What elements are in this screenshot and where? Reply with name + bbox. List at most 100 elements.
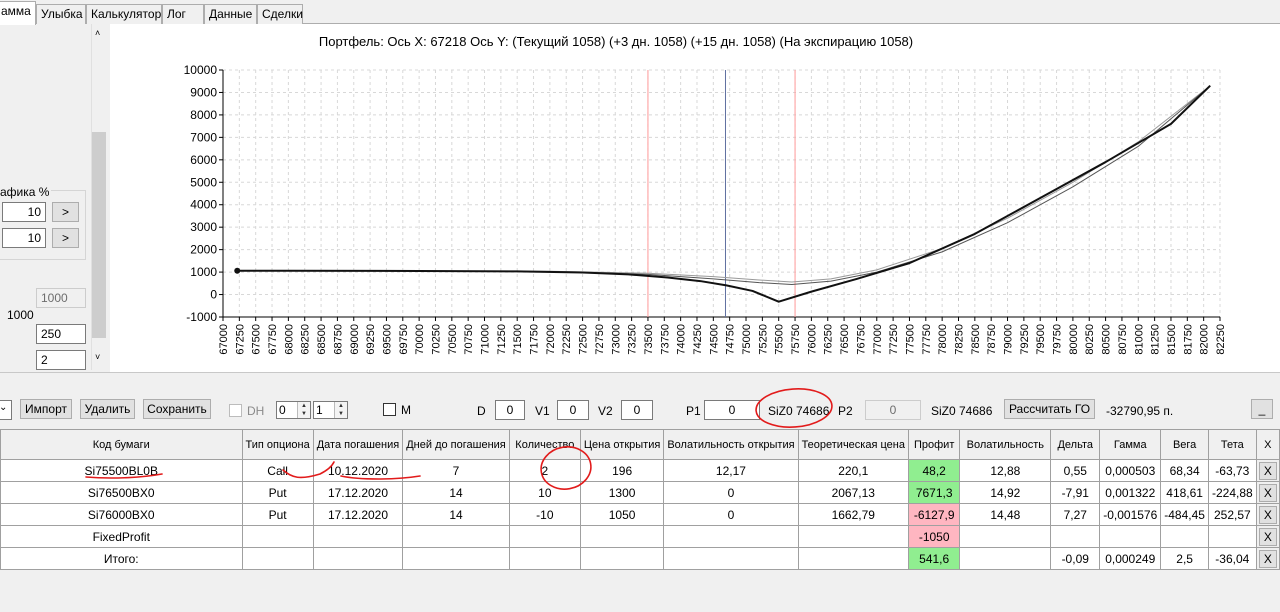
scale-field-1[interactable]: 10 xyxy=(2,202,46,222)
column-header[interactable]: Волатильность xyxy=(959,429,1052,460)
table-cell[interactable]: 48,2 xyxy=(907,459,961,482)
table-cell[interactable] xyxy=(959,525,1052,548)
v2-field[interactable]: 0 xyxy=(621,400,653,420)
table-cell[interactable]: 1050 xyxy=(579,503,665,526)
scale-step-button-2[interactable]: > xyxy=(52,228,79,248)
table-cell[interactable]: Si76500BX0 xyxy=(0,481,243,504)
table-cell[interactable]: -10 xyxy=(508,503,581,526)
dh-checkbox[interactable] xyxy=(229,404,242,417)
filter-dropdown[interactable]: ⌄ xyxy=(0,400,12,420)
splitter[interactable] xyxy=(0,372,1280,384)
table-cell[interactable]: 12,88 xyxy=(959,459,1052,482)
table-cell[interactable] xyxy=(1160,525,1209,548)
table-cell[interactable]: 1300 xyxy=(579,481,665,504)
column-header[interactable]: Профит xyxy=(907,429,961,460)
remove-row-button[interactable]: X xyxy=(1255,547,1280,570)
column-header[interactable]: Тета xyxy=(1207,429,1257,460)
table-cell[interactable] xyxy=(508,547,581,570)
column-header[interactable]: Гамма xyxy=(1099,429,1162,460)
close-icon[interactable]: X xyxy=(1258,527,1277,546)
table-cell[interactable]: 17.12.2020 xyxy=(312,481,404,504)
column-header[interactable]: Тип опциона xyxy=(241,429,314,460)
remove-row-button[interactable]: X xyxy=(1255,503,1280,526)
v1-field[interactable]: 0 xyxy=(557,400,589,420)
table-cell[interactable] xyxy=(797,547,909,570)
close-icon[interactable]: X xyxy=(1258,483,1277,502)
table-cell[interactable]: 1662,79 xyxy=(797,503,909,526)
table-cell[interactable]: 0,000503 xyxy=(1099,459,1162,482)
table-cell[interactable]: -36,04 xyxy=(1207,547,1257,570)
spin-arrows-icon[interactable]: ▲ ▼ xyxy=(297,402,310,418)
scroll-down-icon[interactable]: ˅ xyxy=(95,352,100,362)
table-cell[interactable]: 7,27 xyxy=(1050,503,1101,526)
value-250-field[interactable]: 250 xyxy=(36,324,86,344)
table-cell[interactable]: 2067,13 xyxy=(797,481,909,504)
table-cell[interactable] xyxy=(312,547,404,570)
table-cell[interactable]: 418,61 xyxy=(1160,481,1209,504)
table-cell[interactable]: 10.12.2020 xyxy=(312,459,404,482)
scrollbar-thumb[interactable] xyxy=(92,132,106,338)
table-cell[interactable]: Put xyxy=(241,481,314,504)
tab-data[interactable]: Данные xyxy=(204,4,257,24)
tab-deals[interactable]: Сделки xyxy=(257,4,303,24)
table-cell[interactable]: 12,17 xyxy=(663,459,799,482)
table-cell[interactable]: 17.12.2020 xyxy=(312,503,404,526)
import-button[interactable]: Импорт xyxy=(20,399,72,419)
calc-go-button[interactable]: Рассчитать ГО xyxy=(1004,399,1095,419)
column-header[interactable]: Количество xyxy=(508,429,581,460)
column-header[interactable]: Волатильность открытия xyxy=(663,429,799,460)
table-cell[interactable]: -224,88 xyxy=(1207,481,1257,504)
column-header[interactable]: Вега xyxy=(1160,429,1209,460)
table-cell[interactable] xyxy=(241,525,314,548)
table-cell[interactable]: 10 xyxy=(508,481,581,504)
table-cell[interactable]: 14 xyxy=(402,503,510,526)
table-cell[interactable]: 196 xyxy=(579,459,665,482)
table-row[interactable]: FixedProfit -1050 X xyxy=(0,525,1280,548)
tab-smile[interactable]: Улыбка xyxy=(36,4,86,24)
table-cell[interactable]: -6127,9 xyxy=(907,503,961,526)
table-cell[interactable] xyxy=(1207,525,1257,548)
table-cell[interactable]: 68,34 xyxy=(1160,459,1209,482)
column-header[interactable]: Теоретическая цена xyxy=(797,429,909,460)
table-cell[interactable] xyxy=(579,525,665,548)
table-cell[interactable]: -0,09 xyxy=(1050,547,1101,570)
close-icon[interactable]: X xyxy=(1258,549,1277,568)
remove-row-button[interactable]: X xyxy=(1255,481,1280,504)
table-cell[interactable] xyxy=(508,525,581,548)
table-cell[interactable] xyxy=(312,525,404,548)
table-cell[interactable]: Put xyxy=(241,503,314,526)
table-cell[interactable] xyxy=(663,525,799,548)
p1-field[interactable]: 0 xyxy=(704,400,760,420)
table-cell[interactable]: 0,001322 xyxy=(1099,481,1162,504)
table-cell[interactable] xyxy=(959,547,1052,570)
table-cell[interactable]: 14,92 xyxy=(959,481,1052,504)
table-cell[interactable]: Call xyxy=(241,459,314,482)
table-cell[interactable]: 541,6 xyxy=(907,547,961,570)
spin-arrows-icon[interactable]: ▲ ▼ xyxy=(334,402,347,418)
column-header[interactable]: Дней до погашения xyxy=(402,429,510,460)
table-cell[interactable] xyxy=(402,525,510,548)
table-cell[interactable]: 2,5 xyxy=(1160,547,1209,570)
scale-step-button-1[interactable]: > xyxy=(52,202,79,222)
m-checkbox[interactable] xyxy=(383,403,396,416)
table-cell[interactable]: 14,48 xyxy=(959,503,1052,526)
table-row[interactable]: Si76000BX0 Put 17.12.2020 14 -10 1050 0 1662,79… xyxy=(0,503,1280,526)
close-icon[interactable]: X xyxy=(1258,505,1277,524)
table-cell[interactable]: -484,45 xyxy=(1160,503,1209,526)
table-cell[interactable]: Si75500BL0B xyxy=(0,459,243,482)
save-button[interactable]: Сохранить xyxy=(143,399,211,419)
spin-1[interactable]: 0 ▲ ▼ xyxy=(276,401,311,419)
table-cell[interactable]: Итого: xyxy=(0,547,243,570)
remove-row-button[interactable]: X xyxy=(1255,459,1280,482)
table-cell[interactable] xyxy=(1050,525,1101,548)
table-cell[interactable]: 220,1 xyxy=(797,459,909,482)
table-cell[interactable] xyxy=(797,525,909,548)
table-cell[interactable]: 2 xyxy=(508,459,581,482)
table-cell[interactable] xyxy=(402,547,510,570)
close-icon[interactable]: X xyxy=(1258,461,1277,480)
scroll-up-icon[interactable]: ˄ xyxy=(95,28,100,38)
d-field[interactable]: 0 xyxy=(495,400,525,420)
column-header[interactable]: Дата погашения xyxy=(312,429,404,460)
tab-gamma[interactable]: амма xyxy=(0,1,36,25)
table-cell[interactable]: 7671,3 xyxy=(907,481,961,504)
